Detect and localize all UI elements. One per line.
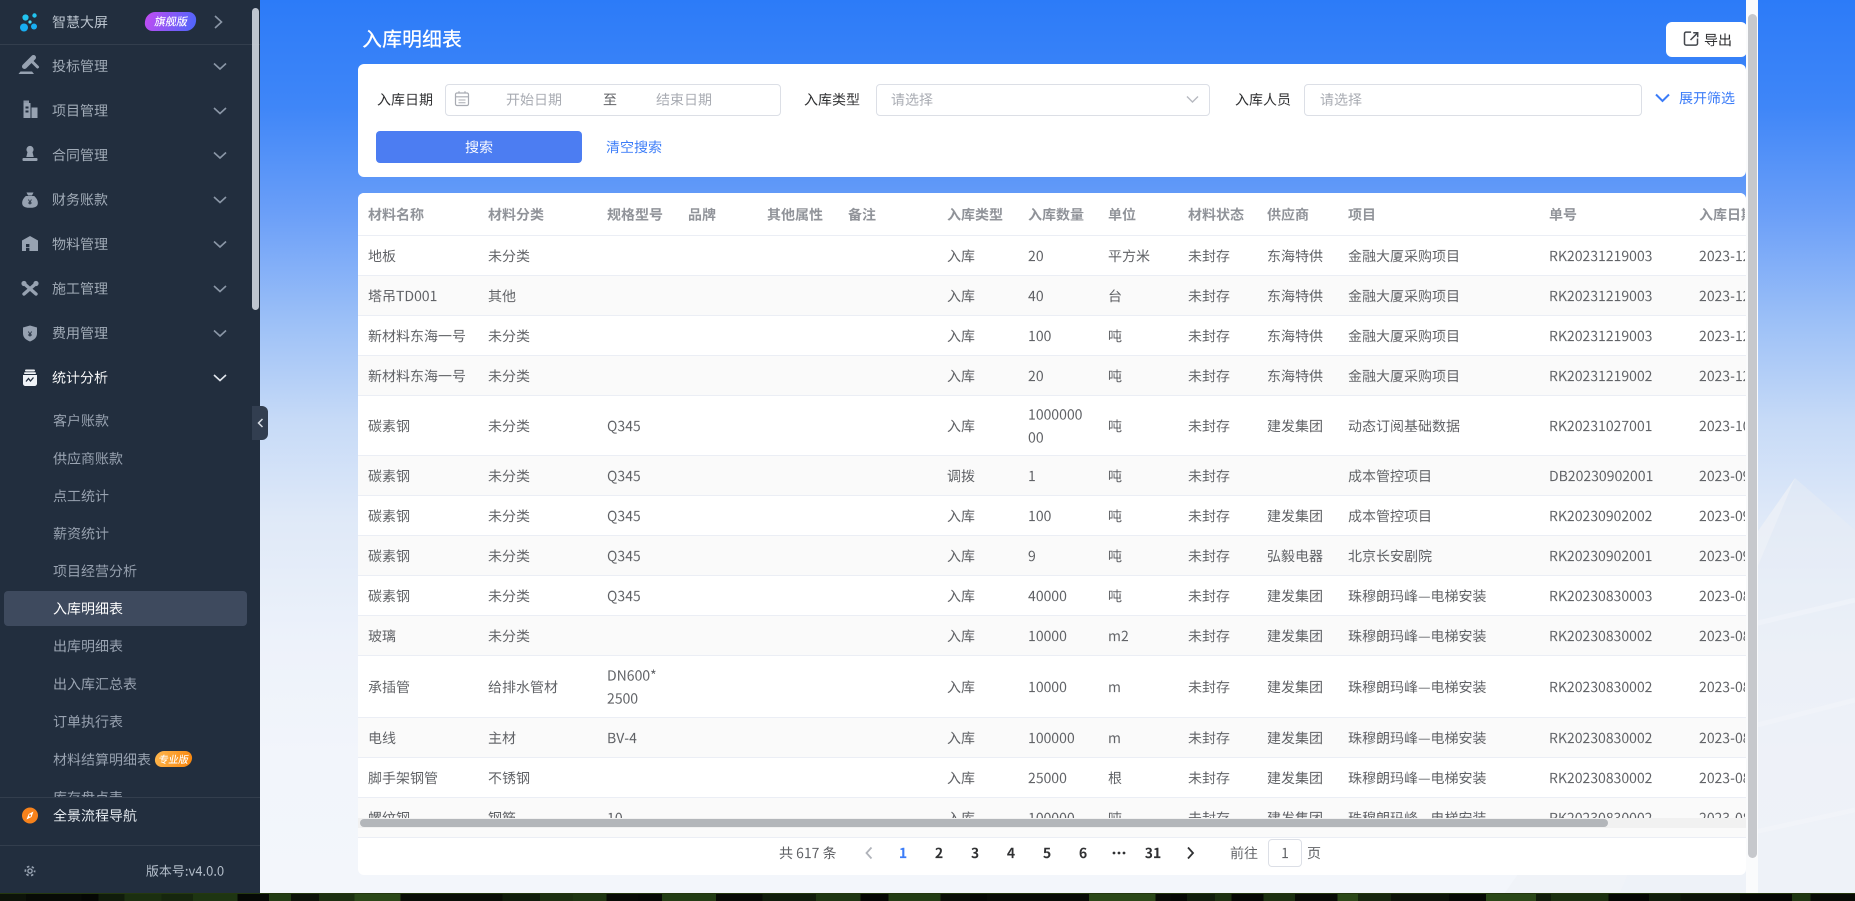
svg-text:¥: ¥ — [28, 199, 32, 206]
